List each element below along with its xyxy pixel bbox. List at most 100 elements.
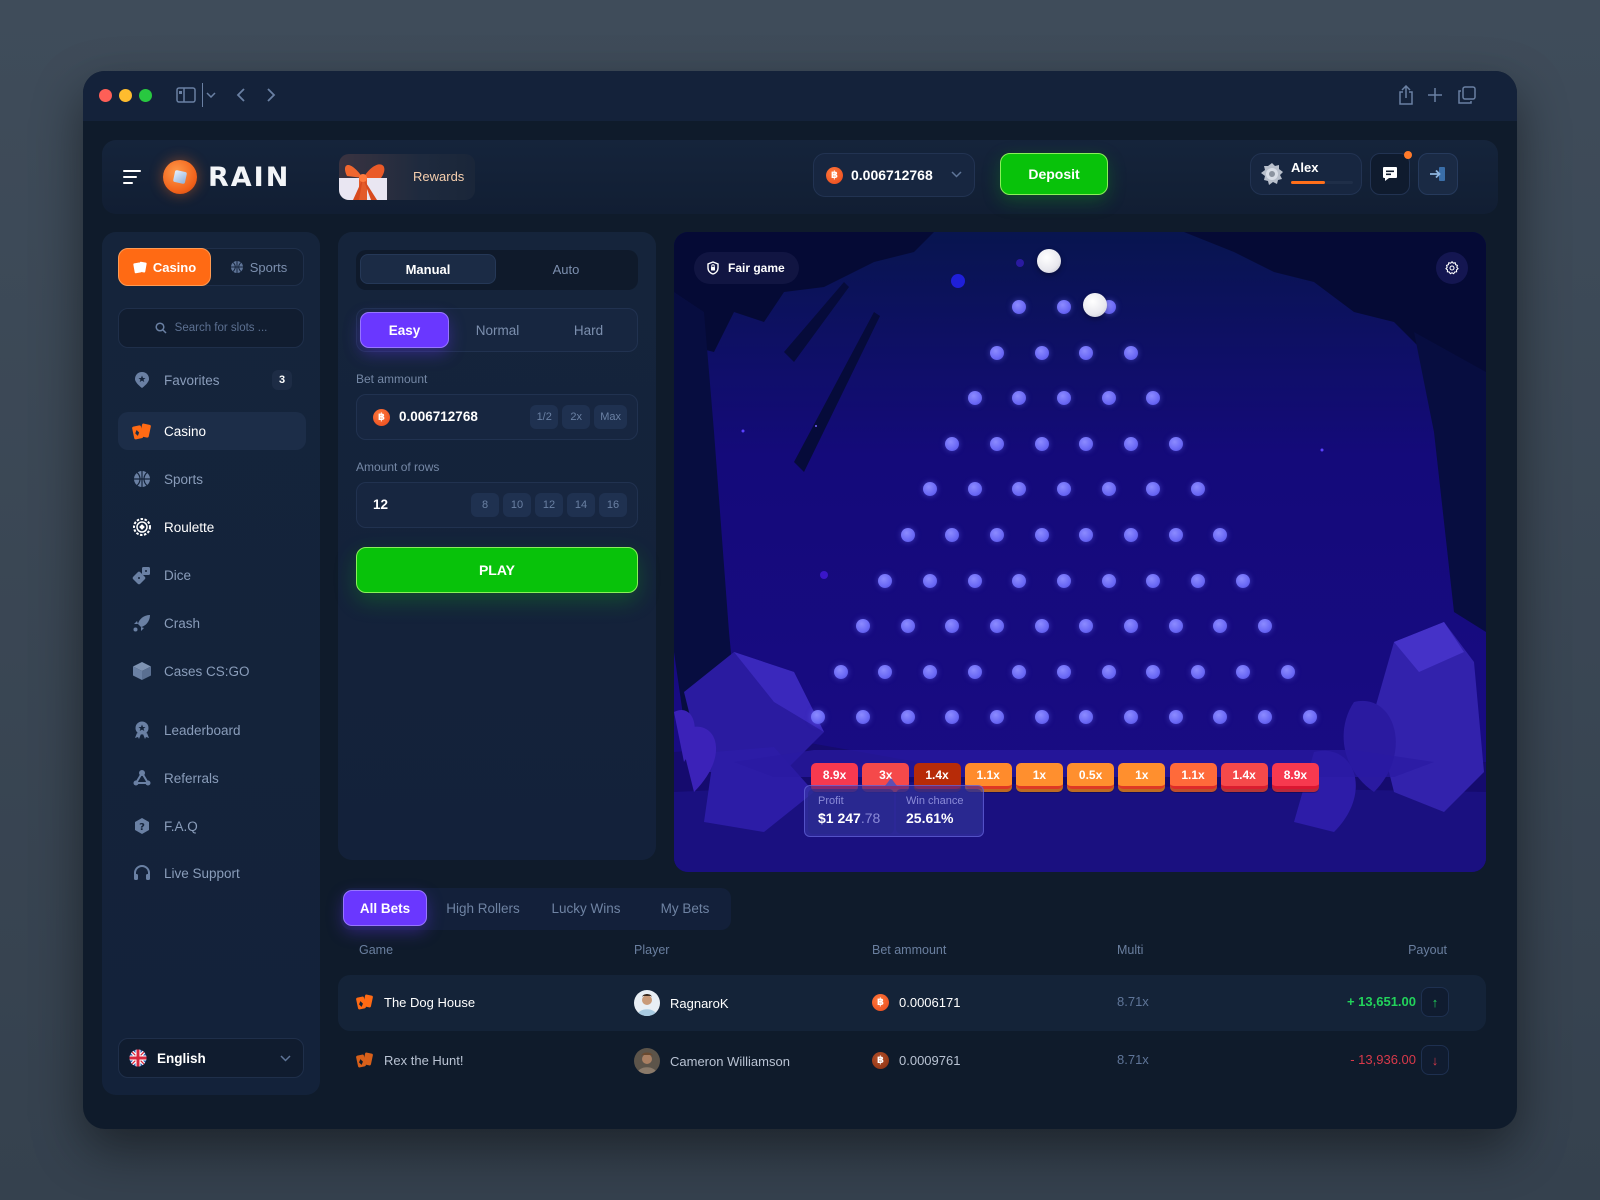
- bet-max-button[interactable]: Max: [594, 405, 627, 429]
- game-settings-button[interactable]: [1436, 252, 1468, 284]
- logout-button[interactable]: [1418, 153, 1458, 195]
- user-name: Alex: [1291, 160, 1319, 175]
- difficulty-easy[interactable]: Easy: [360, 312, 449, 348]
- search-input[interactable]: Search for slots ...: [118, 308, 304, 348]
- peg: [855, 619, 870, 634]
- language-selector[interactable]: English: [118, 1038, 304, 1078]
- sidebar-item-crash[interactable]: Crash: [118, 604, 306, 642]
- share-icon[interactable]: [1396, 83, 1416, 107]
- segment-sports-label: Sports: [249, 259, 288, 275]
- peg: [989, 528, 1004, 542]
- multiplier-bucket[interactable]: 0.5x: [1067, 763, 1115, 789]
- sidebar-item-label: Live Support: [164, 865, 240, 881]
- sidebar-icon[interactable]: [175, 83, 197, 107]
- rewards-button[interactable]: Rewards: [339, 154, 475, 200]
- deposit-button[interactable]: Deposit: [1000, 153, 1108, 195]
- menu-icon[interactable]: [123, 170, 141, 184]
- sidebar-item-favorites[interactable]: Favorites 3: [118, 361, 306, 399]
- multiplier-bucket[interactable]: 1x: [1015, 763, 1063, 789]
- chat-icon: [1383, 167, 1397, 181]
- fair-game-badge[interactable]: Fair game: [694, 252, 799, 284]
- multi-cell: 8.71x: [1117, 1052, 1149, 1067]
- bet-controls-panel: Manual Auto Easy Normal Hard Bet ammount…: [338, 232, 656, 860]
- sidebar-item-label: Favorites: [164, 372, 220, 388]
- bet-double-button[interactable]: 2x: [562, 405, 591, 429]
- level-progress-bar: [1291, 181, 1353, 184]
- difficulty-tabs: Easy Normal Hard: [356, 308, 638, 352]
- rows-8-button[interactable]: 8: [471, 493, 499, 517]
- segment-casino[interactable]: Casino: [118, 248, 211, 286]
- sidebar-item-roulette[interactable]: Roulette: [118, 508, 306, 546]
- sidebar-item-cases[interactable]: Cases CS:GO: [118, 652, 306, 690]
- app-header: RAIN Rewards ฿ 0.006712768 Deposit Alex: [102, 140, 1498, 214]
- multiplier-bucket[interactable]: 8.9x: [1271, 763, 1319, 789]
- tabs-icon[interactable]: [1456, 83, 1478, 107]
- play-button[interactable]: PLAY: [356, 547, 638, 593]
- peg: [922, 573, 937, 588]
- tab-all-bets[interactable]: All Bets: [343, 890, 427, 926]
- bet-amount-field[interactable]: ฿ 0.006712768 1/2 2x Max: [356, 394, 638, 440]
- segment-sports[interactable]: Sports: [212, 249, 305, 285]
- multiplier-bucket[interactable]: 1.4x: [1220, 763, 1268, 789]
- sidebar-item-leaderboard[interactable]: Leaderboard: [118, 711, 306, 749]
- peg: [900, 710, 915, 725]
- minimize-window-button[interactable]: [119, 89, 132, 102]
- multiplier-bucket[interactable]: 1x: [1118, 763, 1166, 789]
- rows-16-button[interactable]: 16: [599, 493, 627, 517]
- sidebar-item-label: Roulette: [164, 519, 215, 535]
- balance-selector[interactable]: ฿ 0.006712768: [813, 153, 975, 197]
- language-label: English: [157, 1050, 206, 1066]
- zoom-window-button[interactable]: [139, 89, 152, 102]
- user-profile-button[interactable]: Alex: [1250, 153, 1362, 195]
- rows-12-button[interactable]: 12: [535, 493, 563, 517]
- bet-half-button[interactable]: 1/2: [530, 405, 559, 429]
- plus-icon[interactable]: [1425, 83, 1445, 107]
- multiplier-bucket[interactable]: 1.1x: [1169, 763, 1217, 789]
- rows-14-button[interactable]: 14: [567, 493, 595, 517]
- level-progress-fill: [1291, 181, 1326, 184]
- chevron-down-icon[interactable]: [205, 83, 217, 107]
- sidebar-item-dice[interactable]: Dice: [118, 556, 306, 594]
- sidebar-item-label: Crash: [164, 615, 201, 631]
- sidebar-item-live-support[interactable]: Live Support: [118, 854, 306, 892]
- peg: [989, 436, 1004, 451]
- tab-auto[interactable]: Auto: [498, 254, 634, 284]
- medal-icon: [132, 720, 152, 740]
- peg: [1057, 300, 1071, 314]
- sidebar-item-faq[interactable]: ? F.A.Q: [118, 807, 306, 845]
- table-row[interactable]: The Dog House RagnaroK ฿ 0.0006171 8.71x…: [338, 975, 1486, 1031]
- peg: [833, 664, 848, 679]
- difficulty-normal[interactable]: Normal: [453, 312, 542, 348]
- tab-high-rollers[interactable]: High Rollers: [435, 890, 531, 926]
- table-row[interactable]: Rex the Hunt! Cameron Williamson ฿ 0.000…: [338, 1033, 1486, 1089]
- tab-my-bets[interactable]: My Bets: [641, 890, 729, 926]
- sidebar-item-sports[interactable]: Sports: [118, 460, 306, 498]
- tab-manual[interactable]: Manual: [360, 254, 496, 284]
- win-chance-label: Win chance: [906, 795, 964, 807]
- sidebar-item-casino[interactable]: Casino: [118, 412, 306, 450]
- rows-field[interactable]: 12 8 10 12 14 16: [356, 482, 638, 528]
- chat-button[interactable]: [1370, 151, 1412, 195]
- close-window-button[interactable]: [99, 89, 112, 102]
- network-icon: [132, 768, 152, 788]
- sidebar-item-label: Referrals: [164, 770, 219, 786]
- peg: [1101, 482, 1116, 497]
- back-icon[interactable]: [231, 83, 251, 107]
- brand-name[interactable]: RAIN: [208, 162, 290, 193]
- tab-lucky-wins[interactable]: Lucky Wins: [541, 890, 631, 926]
- cards-icon: [133, 261, 147, 274]
- column-header-game: Game: [359, 943, 394, 957]
- difficulty-hard[interactable]: Hard: [544, 312, 633, 348]
- multi-cell: 8.71x: [1117, 994, 1149, 1009]
- peg: [1191, 573, 1206, 588]
- avatar: [634, 990, 660, 1016]
- forward-icon[interactable]: [261, 83, 281, 107]
- dice-icon: [132, 565, 152, 585]
- player-name: RagnaroK: [670, 995, 729, 1011]
- peg: [1235, 664, 1250, 679]
- sidebar-item-referrals[interactable]: Referrals: [118, 759, 306, 797]
- bets-tabs: All Bets High Rollers Lucky Wins My Bets: [341, 888, 731, 930]
- question-icon: ?: [132, 816, 152, 836]
- rows-10-button[interactable]: 10: [503, 493, 531, 517]
- rows-value: 12: [373, 497, 389, 512]
